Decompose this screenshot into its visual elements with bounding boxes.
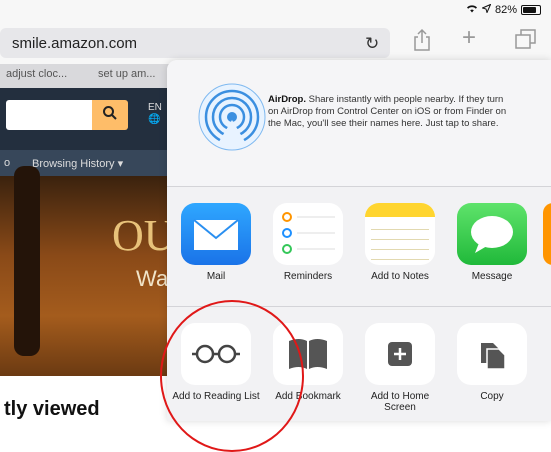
airdrop-title: AirDrop. (268, 94, 306, 105)
message-icon (457, 203, 527, 265)
notes-icon (365, 203, 435, 265)
copy-icon (457, 323, 527, 385)
nav-item[interactable]: o (4, 157, 10, 169)
action-label: Copy (480, 391, 504, 402)
battery-percent: 82% (494, 4, 517, 16)
globe-icon: 🌐 (148, 114, 161, 125)
tab-item[interactable]: adjust cloc... (6, 68, 67, 80)
share-app-reminders[interactable]: Reminders (263, 203, 353, 282)
airdrop-section[interactable]: AirDrop. Share instantly with people nea… (167, 60, 551, 187)
highlight-circle-annotation (160, 300, 304, 452)
recently-viewed-heading: tly viewed (4, 398, 100, 420)
share-app-notes[interactable]: Add to Notes (355, 203, 445, 282)
share-app-label: Mail (206, 271, 226, 282)
airdrop-description: AirDrop. Share instantly with people nea… (268, 94, 508, 130)
share-app-label: Message (471, 271, 513, 282)
cactus-image (14, 166, 40, 356)
location-icon (480, 3, 492, 16)
share-apps-row: Mail Reminders Add to Notes Message (167, 187, 551, 307)
action-label: Add to Home Screen (370, 391, 430, 413)
address-bar: smile.amazon.com ↻ + (0, 20, 551, 64)
reminders-icon (273, 203, 343, 265)
share-app-label: Add to Notes (371, 271, 429, 282)
more-app-icon[interactable] (543, 203, 551, 265)
airdrop-icon (198, 83, 266, 151)
plus-square-icon (365, 323, 435, 385)
action-add-home-screen[interactable]: Add to Home Screen (355, 323, 445, 413)
new-tab-icon[interactable]: + (462, 26, 476, 50)
wifi-icon (466, 4, 478, 16)
search-icon (102, 105, 118, 126)
share-app-label: Reminders (283, 271, 333, 282)
nav-browsing-history[interactable]: Browsing History ▾ (32, 157, 123, 170)
action-copy[interactable]: Copy (447, 323, 537, 402)
share-icon[interactable] (412, 28, 432, 57)
language-selector[interactable]: EN 🌐 (148, 102, 162, 126)
status-right: 82% (466, 3, 541, 16)
share-app-mail[interactable]: Mail (171, 203, 261, 282)
url-text: smile.amazon.com (12, 35, 138, 52)
reload-icon[interactable]: ↻ (365, 34, 379, 54)
share-app-message[interactable]: Message (447, 203, 537, 282)
tabs-icon[interactable] (514, 28, 538, 55)
status-bar: 82% (0, 0, 551, 20)
tab-item[interactable]: set up am... (98, 68, 155, 80)
url-field[interactable]: smile.amazon.com ↻ (0, 28, 390, 58)
hero-subtitle: Wa (136, 266, 169, 291)
search-input[interactable] (6, 100, 92, 130)
battery-icon (521, 5, 541, 15)
language-label: EN (148, 102, 162, 113)
search-button[interactable] (92, 100, 128, 130)
mail-icon (181, 203, 251, 265)
